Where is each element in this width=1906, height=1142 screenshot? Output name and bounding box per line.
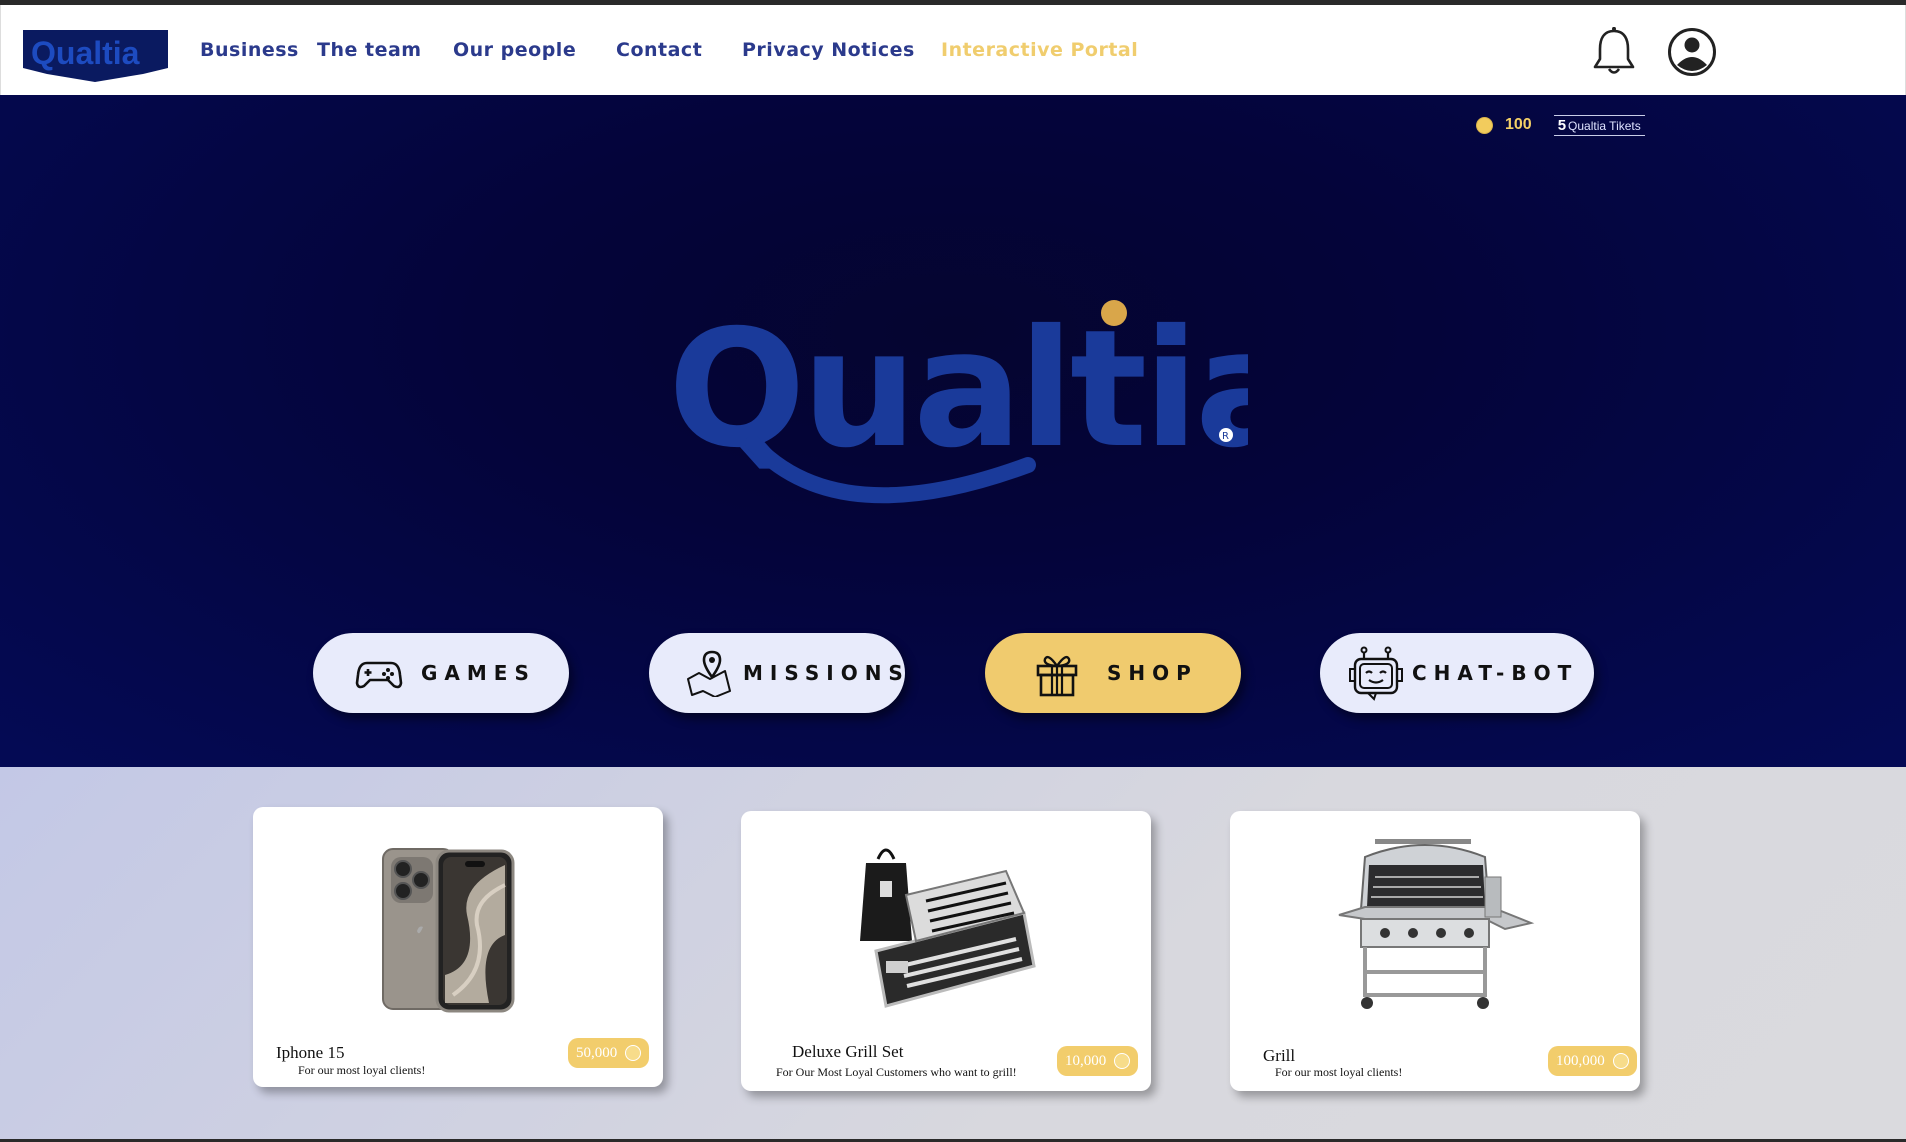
coin-icon bbox=[1612, 1053, 1629, 1069]
nav-business[interactable]: Business bbox=[200, 39, 299, 61]
shop-button-label: SHOP bbox=[1107, 661, 1198, 685]
games-button-label: GAMES bbox=[421, 661, 536, 685]
product-price: 100,000 bbox=[1556, 1052, 1605, 1069]
coin-icon bbox=[1114, 1053, 1131, 1069]
product-price: 10,000 bbox=[1065, 1052, 1107, 1069]
svg-text:Qualtia: Qualtia bbox=[31, 35, 140, 71]
bell-icon[interactable] bbox=[1591, 25, 1637, 77]
shop-button[interactable]: SHOP bbox=[985, 633, 1241, 713]
top-navigation-bar: Qualtia Business The team Our people Con… bbox=[0, 5, 1906, 95]
product-card-deluxe-grill-set[interactable]: Deluxe Grill Set For Our Most Loyal Cust… bbox=[741, 811, 1151, 1091]
nav-privacy-notices[interactable]: Privacy Notices bbox=[742, 39, 915, 61]
product-description: For our most loyal clients! bbox=[298, 1063, 426, 1077]
shop-products: Iphone 15 For our most loyal clients! 50… bbox=[0, 767, 1906, 1142]
gamepad-icon bbox=[355, 661, 403, 689]
iphone-image bbox=[382, 848, 515, 1013]
product-card-iphone[interactable]: Iphone 15 For our most loyal clients! 50… bbox=[253, 807, 663, 1087]
chat-bot-button[interactable]: CHAT-BOT bbox=[1320, 633, 1594, 713]
svg-text:R: R bbox=[1222, 431, 1229, 442]
product-price-badge[interactable]: 100,000 bbox=[1548, 1046, 1637, 1076]
chat-bot-button-label: CHAT-BOT bbox=[1412, 661, 1579, 685]
tickets-count: 5 bbox=[1557, 116, 1567, 134]
nav-the-team[interactable]: The team bbox=[317, 39, 422, 61]
missions-button-label: MISSIONS bbox=[743, 661, 910, 685]
games-button[interactable]: GAMES bbox=[313, 633, 569, 713]
nav-interactive-portal[interactable]: Interactive Portal bbox=[941, 39, 1138, 61]
wallet-summary: 100 5 Qualtia Tikets bbox=[1476, 113, 1645, 137]
coin-balance: 100 bbox=[1505, 116, 1532, 133]
gift-icon bbox=[1036, 655, 1078, 697]
product-name: Grill bbox=[1263, 1046, 1296, 1065]
product-description: For our most loyal clients! bbox=[1275, 1065, 1403, 1079]
grill-image bbox=[1338, 839, 1535, 1009]
qualtia-logo-large: Qualtia R bbox=[668, 296, 1248, 504]
product-price-badge[interactable]: 50,000 bbox=[568, 1038, 650, 1068]
product-name: Deluxe Grill Set bbox=[792, 1042, 904, 1061]
robot-icon bbox=[1349, 646, 1403, 701]
hero-banner: 100 5 Qualtia Tikets Qualtia R GAMES MISS… bbox=[0, 95, 1906, 767]
coin-icon bbox=[1476, 116, 1493, 134]
product-card-grill[interactable]: Grill For our most loyal clients! 100,00… bbox=[1230, 811, 1640, 1091]
product-price: 50,000 bbox=[576, 1044, 618, 1061]
qualtia-logo-small[interactable]: Qualtia bbox=[23, 30, 168, 82]
tickets-badge: 5 Qualtia Tikets bbox=[1553, 114, 1645, 136]
missions-button[interactable]: MISSIONS bbox=[649, 633, 905, 713]
tickets-label: Qualtia Tikets bbox=[1568, 118, 1641, 133]
nav-our-people[interactable]: Our people bbox=[453, 39, 576, 61]
product-description: For Our Most Loyal Customers who want to… bbox=[776, 1065, 1017, 1079]
product-price-badge[interactable]: 10,000 bbox=[1057, 1046, 1139, 1076]
coin-icon bbox=[625, 1045, 642, 1061]
user-icon[interactable] bbox=[1667, 27, 1717, 77]
map-pin-icon bbox=[687, 650, 731, 697]
nav-contact[interactable]: Contact bbox=[616, 39, 702, 61]
grill-set-image bbox=[860, 848, 1036, 1008]
product-name: Iphone 15 bbox=[276, 1043, 345, 1062]
